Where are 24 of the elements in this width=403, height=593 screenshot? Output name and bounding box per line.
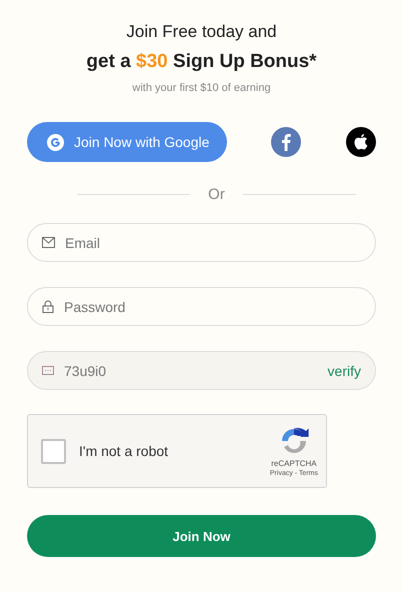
google-sign-in-button[interactable]: Join Now with Google	[27, 122, 227, 162]
google-icon	[47, 134, 64, 150]
lock-icon	[42, 300, 54, 313]
captcha-icon	[42, 366, 54, 375]
or-label: Or	[208, 186, 225, 203]
captcha-input[interactable]: 73u9i0	[64, 362, 318, 378]
verify-link[interactable]: verify	[328, 362, 361, 378]
facebook-icon	[281, 133, 291, 151]
email-input[interactable]: Email	[65, 234, 361, 250]
recaptcha-brand: reCAPTCHA	[271, 459, 317, 468]
captcha-field[interactable]: 73u9i0 verify	[27, 351, 376, 390]
bonus-heading: get a $30 Sign Up Bonus*	[85, 51, 318, 73]
facebook-button[interactable]	[271, 127, 301, 157]
mail-icon	[42, 237, 55, 248]
apple-icon	[353, 133, 369, 151]
password-field[interactable]: Password	[27, 287, 376, 326]
email-field[interactable]: Email	[27, 223, 376, 262]
password-input[interactable]: Password	[64, 298, 361, 314]
subtitle: with your first $10 of earning	[131, 82, 272, 94]
heading: Join Free today and	[125, 22, 278, 42]
recaptcha-checkbox[interactable]	[41, 438, 66, 464]
recaptcha-label: I'm not a robot	[79, 443, 170, 459]
apple-button[interactable]	[346, 127, 376, 157]
join-now-button[interactable]: Join Now	[27, 515, 376, 557]
